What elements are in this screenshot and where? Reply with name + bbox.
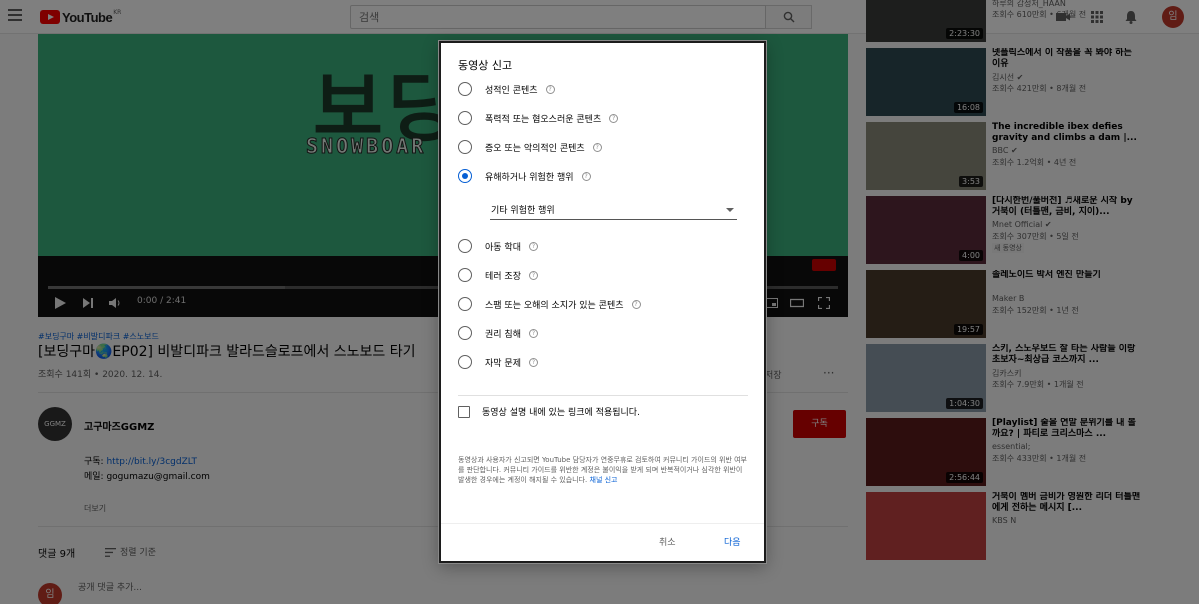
- channel-report-link[interactable]: 채널 신고: [590, 476, 618, 484]
- reason-label: 자막 문제: [485, 358, 521, 369]
- reason-label: 성적인 콘텐츠: [485, 85, 538, 96]
- help-icon[interactable]: ?: [528, 357, 538, 367]
- reason-label: 아동 학대: [485, 242, 521, 253]
- reason-label: 유해하거나 위험한 행위: [485, 172, 574, 183]
- radio-button[interactable]: [458, 297, 472, 311]
- help-icon[interactable]: ?: [609, 113, 619, 123]
- report-reason-option[interactable]: 스팸 또는 오해의 소지가 있는 콘텐츠?: [458, 295, 641, 313]
- links-checkbox-label: 동영상 설명 내에 있는 링크에 적용됩니다.: [482, 408, 640, 418]
- help-icon[interactable]: ?: [581, 171, 591, 181]
- next-button[interactable]: 다음: [724, 535, 741, 548]
- radio-button[interactable]: [458, 239, 472, 253]
- report-reason-option[interactable]: 증오 또는 악의적인 콘텐츠?: [458, 138, 602, 156]
- links-checkbox-row[interactable]: 동영상 설명 내에 있는 링크에 적용됩니다.: [458, 405, 640, 418]
- report-reason-option[interactable]: 권리 침해?: [458, 324, 538, 342]
- radio-button[interactable]: [458, 326, 472, 340]
- dropdown-arrow-icon: [726, 208, 734, 212]
- reason-label: 권리 침해: [485, 329, 521, 340]
- reason-label: 스팸 또는 오해의 소지가 있는 콘텐츠: [485, 300, 624, 311]
- reason-label: 폭력적 또는 혐오스러운 콘텐츠: [485, 114, 602, 125]
- help-icon[interactable]: ?: [528, 328, 538, 338]
- report-video-dialog: 동영상 신고 성적인 콘텐츠? 폭력적 또는 혐오스러운 콘텐츠? 증오 또는 악의…: [439, 41, 766, 563]
- reason-dropdown[interactable]: 기타 위험한 행위: [490, 199, 737, 220]
- radio-button[interactable]: [458, 169, 472, 183]
- radio-button[interactable]: [458, 82, 472, 96]
- report-reason-option[interactable]: 아동 학대?: [458, 237, 538, 255]
- help-icon[interactable]: ?: [528, 270, 538, 280]
- help-icon[interactable]: ?: [528, 241, 538, 251]
- radio-button[interactable]: [458, 268, 472, 282]
- report-notice: 동영상과 사용자가 신고되면 YouTube 담당자가 연중무휴로 검토하여 커…: [458, 455, 750, 485]
- report-reason-option[interactable]: 폭력적 또는 혐오스러운 콘텐츠?: [458, 109, 619, 127]
- divider: [441, 523, 764, 524]
- report-reason-option[interactable]: 테러 조장?: [458, 266, 538, 284]
- help-icon[interactable]: ?: [545, 84, 555, 94]
- radio-button[interactable]: [458, 140, 472, 154]
- reason-label: 테러 조장: [485, 271, 521, 282]
- report-reason-option[interactable]: 자막 문제?: [458, 353, 538, 371]
- links-checkbox[interactable]: [458, 405, 470, 418]
- cancel-button[interactable]: 취소: [659, 535, 676, 548]
- report-reason-option[interactable]: 유해하거나 위험한 행위?: [458, 167, 591, 185]
- help-icon[interactable]: ?: [592, 142, 602, 152]
- divider: [458, 395, 748, 396]
- reason-dropdown-value: 기타 위험한 행위: [491, 206, 555, 216]
- help-icon[interactable]: ?: [631, 299, 641, 309]
- reason-label: 증오 또는 악의적인 콘텐츠: [485, 143, 585, 154]
- radio-button[interactable]: [458, 355, 472, 369]
- report-reason-option[interactable]: 성적인 콘텐츠?: [458, 80, 555, 98]
- dialog-title: 동영상 신고: [458, 59, 513, 72]
- radio-button[interactable]: [458, 111, 472, 125]
